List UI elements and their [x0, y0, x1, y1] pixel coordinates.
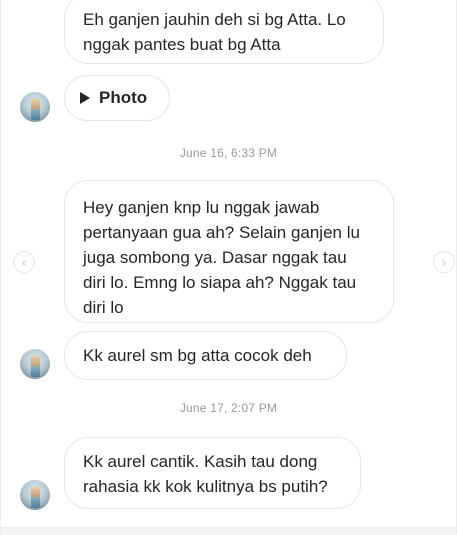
photo-message-button[interactable]: Photo — [64, 75, 170, 121]
chevron-right-icon[interactable]: › — [433, 251, 455, 273]
avatar[interactable] — [20, 349, 50, 379]
message-bubble[interactable]: Eh ganjen jauhin deh si bg Atta. Lo ngga… — [64, 0, 384, 64]
message-text-line: Kk aurel sm bg atta cocok deh — [83, 346, 312, 365]
message-text-line: juga sombong ya. Dasar nggak tau — [83, 248, 347, 267]
message-text-line: Hey ganjen knp lu nggak jawab — [83, 198, 320, 217]
timestamp: June 17, 2:07 PM — [179, 401, 278, 415]
avatar[interactable] — [20, 92, 50, 122]
message-text-line: diri lo — [83, 298, 124, 317]
prev-glyph: ‹ — [21, 254, 27, 270]
message-bubble[interactable]: Kk aurel cantik. Kasih tau dong rahasia … — [64, 437, 361, 509]
message-bubble[interactable]: Hey ganjen knp lu nggak jawab pertanyaan… — [64, 180, 394, 323]
bottom-divider — [0, 527, 457, 535]
next-glyph: › — [441, 254, 447, 270]
avatar[interactable] — [20, 480, 50, 510]
message-text-line: diri lo. Emng lo siapa ah? Nggak tau — [83, 273, 357, 292]
timestamp: June 16, 6:33 PM — [179, 146, 278, 160]
message-text-line: pertanyaan gua ah? Selain ganjen lu — [83, 223, 360, 242]
message-text-line: Eh ganjen jauhin deh si bg Atta. Lo — [83, 10, 346, 29]
message-text-line: rahasia kk kok kulitnya bs putih? — [83, 477, 328, 496]
dm-thread: Eh ganjen jauhin deh si bg Atta. Lo ngga… — [0, 0, 457, 535]
photo-label: Photo — [99, 88, 148, 107]
play-icon — [80, 92, 90, 104]
message-text-line: nggak pantes buat bg Atta — [83, 35, 281, 54]
message-text-line: Kk aurel cantik. Kasih tau dong — [83, 452, 318, 471]
message-bubble[interactable]: Kk aurel sm bg atta cocok deh — [64, 331, 347, 380]
chevron-left-icon[interactable]: ‹ — [13, 251, 35, 273]
